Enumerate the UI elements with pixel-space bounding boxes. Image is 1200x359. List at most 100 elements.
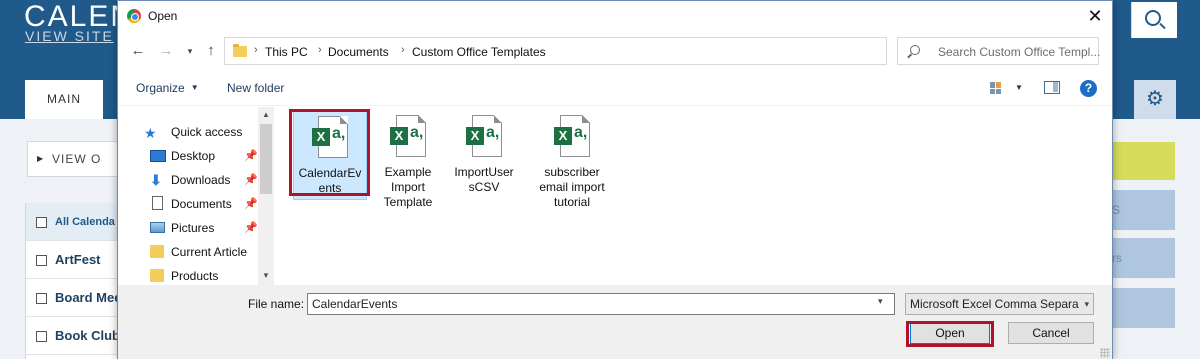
folder-icon <box>150 269 164 282</box>
dialog-footer: File name: CalendarEvents ▾ Microsoft Ex… <box>118 285 1112 359</box>
file-item-subscriber-email-import-tutorial[interactable]: Xa, subscriber email import tutorial <box>535 111 609 213</box>
checkbox[interactable] <box>36 217 47 228</box>
list-item-label: All Calenda <box>55 216 115 228</box>
sidebar-item-label: Documents <box>171 197 232 211</box>
checkbox[interactable] <box>36 331 47 342</box>
checkbox[interactable] <box>36 293 47 304</box>
navigation-pane: ★ Quick access Desktop 📌 ⬇ Downloads 📌 Docum… <box>118 107 274 285</box>
nav-pane-scrollbar[interactable]: ▲ ▼ <box>258 107 274 285</box>
chrome-icon <box>127 9 141 23</box>
file-name-field[interactable]: CalendarEvents <box>307 293 895 315</box>
yellow-panel[interactable] <box>1110 142 1175 180</box>
excel-csv-file-icon: Xa, <box>464 115 504 161</box>
list-item[interactable]: ArtFest <box>26 241 120 279</box>
header-search-button[interactable] <box>1131 2 1177 38</box>
new-folder-button[interactable]: New folder <box>227 81 284 95</box>
gear-icon[interactable]: ⚙ <box>1134 80 1176 119</box>
desktop-icon <box>150 150 166 162</box>
sidebar-item-quick-access[interactable]: ★ Quick access <box>144 121 258 143</box>
documents-icon <box>152 196 163 210</box>
file-name: Example Import Template <box>383 165 433 209</box>
organize-button[interactable]: Organize ▼ <box>136 81 199 95</box>
calendar-list: All Calenda ArtFest Board Mee Book Club <box>25 203 120 359</box>
sidebar-item-desktop[interactable]: Desktop 📌 <box>146 145 258 167</box>
navigation-bar: ← → ▾ ↑ › This PC › Documents › Custom O… <box>118 32 1112 70</box>
cancel-button[interactable]: Cancel <box>1008 322 1094 344</box>
download-icon: ⬇ <box>150 172 162 188</box>
blue-button-2[interactable]: rs <box>1110 238 1175 278</box>
tab-main[interactable]: MAIN <box>25 80 103 119</box>
sidebar-item-label: Downloads <box>171 173 231 187</box>
list-item-label: Board Mee <box>55 290 120 305</box>
folder-icon <box>233 44 247 57</box>
checkbox[interactable] <box>36 255 47 266</box>
pin-icon: 📌 <box>244 150 258 162</box>
pin-icon: 📌 <box>244 174 258 186</box>
resize-grip[interactable] <box>1100 348 1110 358</box>
sidebar-item-documents[interactable]: Documents 📌 <box>146 193 258 215</box>
file-type-select[interactable]: Microsoft Excel Comma Separa ▾ <box>905 293 1094 315</box>
file-name: ImportUser sCSV <box>454 165 514 194</box>
dialog-titlebar: Open ✕ <box>118 1 1112 32</box>
breadcrumb-this-pc[interactable]: This PC <box>265 45 308 59</box>
open-button[interactable]: Open <box>910 322 990 344</box>
excel-csv-file-icon: Xa, <box>552 115 592 161</box>
help-icon[interactable]: ? <box>1080 80 1097 97</box>
breadcrumb-documents[interactable]: Documents <box>328 45 389 59</box>
forward-arrow-icon[interactable]: → <box>156 41 176 61</box>
chevron-right-icon[interactable]: › <box>254 44 258 56</box>
file-name: CalendarEv ents <box>298 166 362 195</box>
search-icon <box>1145 10 1161 26</box>
chevron-right-icon[interactable]: › <box>401 44 405 56</box>
back-arrow-icon[interactable]: ← <box>128 41 148 61</box>
chevron-down-icon[interactable]: ▾ <box>878 296 883 307</box>
chevron-right-icon[interactable]: › <box>318 44 322 56</box>
breadcrumb-custom-office-templates[interactable]: Custom Office Templates <box>412 45 546 59</box>
file-type-value: Microsoft Excel Comma Separa <box>910 297 1079 311</box>
sidebar-item-pictures[interactable]: Pictures 📌 <box>146 217 258 239</box>
preview-pane-icon[interactable] <box>1044 81 1060 94</box>
pin-icon: 📌 <box>244 198 258 210</box>
list-item[interactable]: Board Mee <box>26 279 120 317</box>
file-item-example-import-template[interactable]: Xa, Example Import Template <box>371 111 445 213</box>
blue-button-1[interactable]: S <box>1110 190 1175 230</box>
list-item[interactable]: Book Club <box>26 317 120 355</box>
chevron-down-icon[interactable]: ▼ <box>258 268 274 284</box>
blue-button-3[interactable] <box>1110 288 1175 328</box>
organize-label: Organize <box>136 81 185 95</box>
list-item[interactable]: All Calenda <box>26 203 120 241</box>
list-item-label: ArtFest <box>55 252 101 267</box>
file-name: subscriber email import tutorial <box>539 165 605 209</box>
up-arrow-icon[interactable]: ↑ <box>201 41 221 61</box>
address-bar[interactable]: › This PC › Documents › Custom Office Te… <box>224 37 988 65</box>
chevron-down-icon[interactable]: ▼ <box>1015 83 1023 92</box>
excel-csv-file-icon: Xa, <box>310 116 350 162</box>
sidebar-item-label: Quick access <box>171 125 243 139</box>
sidebar-item-label: Products <box>171 269 219 283</box>
sidebar-item-current-article[interactable]: Current Article <box>146 241 258 263</box>
chevron-down-icon: ▾ <box>1080 294 1089 314</box>
scrollbar-thumb[interactable] <box>260 124 272 194</box>
chevron-down-icon: ▼ <box>190 83 199 92</box>
folder-icon <box>150 245 164 258</box>
sidebar-item-label: Current Article <box>171 245 248 259</box>
recent-locations-chevron-icon[interactable]: ▾ <box>180 41 200 61</box>
close-button[interactable]: ✕ <box>1080 3 1110 29</box>
star-icon: ★ <box>144 125 157 141</box>
excel-csv-file-icon: Xa, <box>388 115 428 161</box>
sidebar-item-products[interactable]: Products <box>146 265 258 287</box>
pin-icon: 📌 <box>244 222 258 234</box>
view-site-link[interactable]: VIEW SITE <box>25 28 114 44</box>
sidebar-item-label: Desktop <box>171 149 216 163</box>
view-options-icon[interactable] <box>990 82 1002 94</box>
sidebar-item-label: Pictures <box>171 221 215 235</box>
file-item-calendarevents[interactable]: Xa, CalendarEv ents <box>293 111 367 200</box>
sidebar-item-downloads[interactable]: ⬇ Downloads 📌 <box>146 169 258 191</box>
file-item-importuserscsv[interactable]: Xa, ImportUser sCSV <box>447 111 521 198</box>
file-name-label: File name: <box>248 297 305 311</box>
chevron-up-icon[interactable]: ▲ <box>258 107 274 123</box>
view-options-button[interactable]: VIEW O <box>27 141 119 177</box>
search-placeholder: Search Custom Office Templ... <box>938 45 1101 59</box>
search-input[interactable]: Search Custom Office Templ... <box>897 37 1101 65</box>
file-list: Xa, CalendarEv ents Xa, Example Import T… <box>275 107 1112 285</box>
